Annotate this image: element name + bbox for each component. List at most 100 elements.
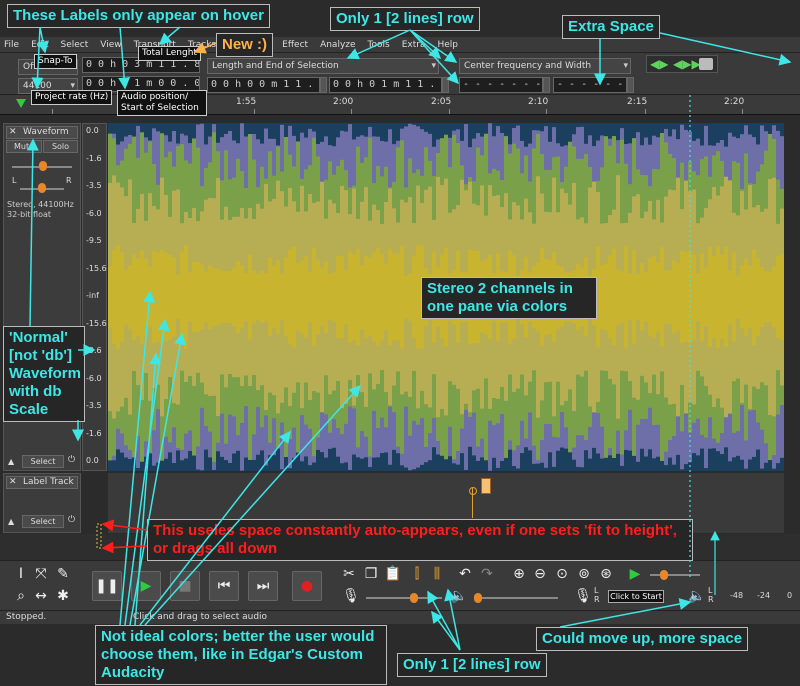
- note-hover-labels: These Labels only appear on hover: [7, 4, 270, 28]
- select-label-track-button[interactable]: Select: [22, 515, 64, 528]
- status-hint: Click and drag to select audio: [133, 612, 268, 622]
- play-button[interactable]: ▶: [131, 571, 161, 601]
- undo-icon[interactable]: ↶: [456, 565, 474, 583]
- zoom-out-icon[interactable]: ⊖: [531, 565, 549, 583]
- skip-start-button[interactable]: ⏮: [209, 571, 239, 601]
- redo-icon[interactable]: ↷: [478, 565, 496, 583]
- center-frequency-field[interactable]: - - - - - - - Hz: [459, 77, 543, 93]
- waveform-sample-bar: [148, 266, 152, 328]
- menu-item-select[interactable]: Select: [61, 40, 89, 50]
- db-scale-label: -1.6: [86, 153, 102, 163]
- envelope-tool-icon[interactable]: ⤧: [32, 565, 50, 583]
- width-octaves-field[interactable]: - - - - - - - octaves: [553, 77, 627, 93]
- select-track-button[interactable]: Select: [22, 455, 64, 468]
- waveform-sample-bar: [344, 270, 348, 324]
- solo-button[interactable]: Solo: [43, 140, 78, 153]
- fit-selection-icon[interactable]: ⊙: [553, 565, 571, 583]
- fit-project-icon[interactable]: ⊚: [575, 565, 593, 583]
- selection-start-spinner[interactable]: [320, 77, 327, 93]
- waveform-sample-bar: [688, 251, 692, 343]
- wave-track-name[interactable]: Waveform: [23, 127, 69, 137]
- selection-start-field[interactable]: 0 0 h 0 0 m 1 1 . 1 0 0 s: [207, 77, 320, 93]
- menu-item-edit[interactable]: Edit: [31, 40, 48, 50]
- db-scale-label: -3.5: [86, 401, 102, 410]
- selection-mode-value: Length and End of Selection: [212, 61, 339, 71]
- selection-tool-icon[interactable]: I: [12, 565, 30, 583]
- silence-icon[interactable]: ⫼: [428, 565, 446, 583]
- play-speed-thumb[interactable]: [660, 570, 668, 580]
- label-text-box[interactable]: [481, 478, 491, 494]
- label-marker-handle[interactable]: [469, 487, 477, 495]
- record-volume-thumb[interactable]: [410, 593, 418, 603]
- click-to-start-tooltip[interactable]: Click to Start: [608, 590, 664, 603]
- trim-icon[interactable]: ⫿: [408, 565, 426, 583]
- copy-icon[interactable]: ❐: [362, 565, 380, 583]
- menu-item-tools[interactable]: Tools: [368, 40, 390, 50]
- note-new: New :): [216, 33, 273, 57]
- waveform-sample-bar: [660, 247, 664, 347]
- playback-meter-speaker-icon[interactable]: 🔈: [688, 587, 706, 605]
- waveform-sample-bar: [252, 270, 256, 324]
- waveform-sample-bar: [320, 268, 324, 326]
- stop-button[interactable]: ■: [170, 571, 200, 601]
- skip-back-green-icon[interactable]: ◀▶: [650, 57, 668, 71]
- pan-right-label: R: [66, 176, 72, 185]
- play-at-speed-icon[interactable]: ▶: [626, 565, 644, 583]
- cut-icon[interactable]: ✂: [340, 565, 358, 583]
- playback-volume-slider[interactable]: [474, 597, 558, 599]
- db-scale-label: -9.6: [86, 346, 102, 355]
- waveform-sample-bar: [760, 266, 764, 328]
- label-track-name[interactable]: Label Track: [23, 477, 74, 487]
- waveform-sample-bar: [364, 255, 368, 339]
- collapse-track-icon[interactable]: ▲: [8, 457, 14, 466]
- selection-end-field[interactable]: 0 0 h 0 1 m 1 1 . 1 0 0 s: [329, 77, 442, 93]
- pan-slider-thumb[interactable]: [38, 183, 46, 193]
- waveform-sample-bar: [160, 249, 164, 345]
- menu-item-help[interactable]: Help: [437, 40, 458, 50]
- menu-item-extra[interactable]: Extra: [402, 40, 426, 50]
- record-meter-mic-icon[interactable]: 🎙: [574, 587, 592, 605]
- center-frequency-spinner[interactable]: [543, 77, 550, 93]
- paste-icon[interactable]: 📋: [384, 565, 402, 583]
- collapse-label-track-icon[interactable]: ▲: [8, 517, 14, 526]
- width-octaves-spinner[interactable]: [627, 77, 634, 93]
- waveform-sample-bar: [636, 273, 640, 321]
- zoom-tool-icon[interactable]: ⌕: [12, 587, 30, 605]
- spectral-mode-combo[interactable]: Center frequency and Width: [459, 58, 631, 74]
- menu-item-file[interactable]: File: [4, 40, 19, 50]
- db-scale[interactable]: 0.0 -1.6 -3.5 -6.0 -9.5 -15.6 -inf -15.6 -9.6 -6.…: [82, 123, 107, 471]
- waveform-sample-bar: [136, 258, 140, 336]
- selection-end-spinner[interactable]: [442, 77, 449, 93]
- timeshift-tool-icon[interactable]: ↔: [32, 587, 50, 605]
- multi-tool-icon[interactable]: ✱: [54, 587, 72, 605]
- waveform-sample-bar: [380, 253, 384, 341]
- play-speed-slider[interactable]: [650, 574, 700, 576]
- pause-button[interactable]: ❚❚: [92, 571, 122, 601]
- skip-start-icon: ⏮: [217, 578, 231, 594]
- waveform-sample-bar: [752, 249, 756, 345]
- pan-left-label: L: [12, 176, 17, 185]
- record-icon: ●: [300, 578, 314, 594]
- play-head-icon[interactable]: [16, 99, 26, 108]
- playback-volume-thumb[interactable]: [474, 593, 482, 603]
- draw-tool-icon[interactable]: ✎: [54, 565, 72, 583]
- close-label-track-icon[interactable]: ✕: [9, 477, 17, 487]
- menu-item-effect[interactable]: Effect: [282, 40, 308, 50]
- gain-slider-thumb[interactable]: [39, 161, 47, 171]
- menu-item-view[interactable]: View: [100, 40, 121, 50]
- selection-mode-combo[interactable]: Length and End of Selection: [207, 58, 439, 74]
- timeline-tick-label: 2:10: [528, 97, 549, 107]
- waveform-sample-bar: [260, 271, 264, 323]
- skip-forward-green-icon[interactable]: ◀▶▶: [673, 57, 701, 71]
- zoom-toggle-icon[interactable]: ⊛: [597, 565, 615, 583]
- record-button[interactable]: ●: [292, 571, 322, 601]
- zoom-in-icon[interactable]: ⊕: [510, 565, 528, 583]
- mute-button[interactable]: Mute: [6, 140, 42, 153]
- record-volume-slider[interactable]: [366, 597, 442, 599]
- close-track-icon[interactable]: ✕: [9, 127, 17, 137]
- skip-end-button[interactable]: ⏭: [248, 571, 278, 601]
- stop-icon: ■: [178, 578, 192, 594]
- pause-icon: ❚❚: [95, 578, 119, 594]
- time-track-icon[interactable]: [699, 58, 713, 70]
- menu-item-analyze[interactable]: Analyze: [320, 40, 355, 50]
